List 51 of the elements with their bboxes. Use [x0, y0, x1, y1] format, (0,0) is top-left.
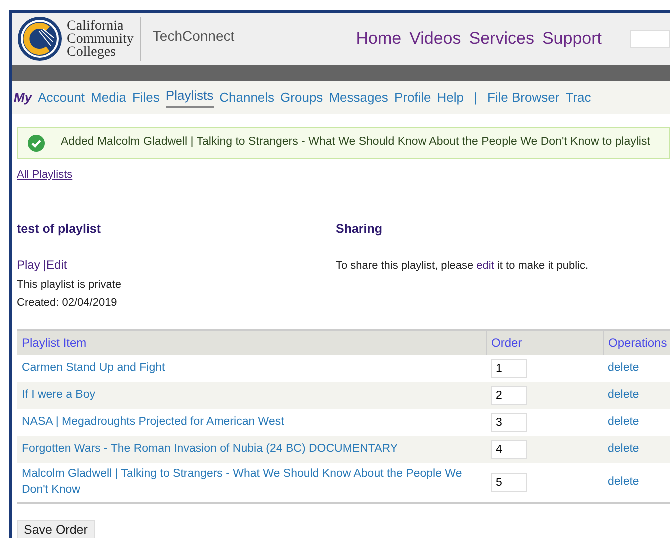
nav-tab[interactable]: Groups	[280, 88, 324, 106]
sharing-title: Sharing	[336, 220, 384, 238]
edit-link[interactable]: Edit	[46, 258, 68, 272]
sharing-text: it to make it public.	[497, 260, 589, 272]
nav-tab[interactable]: Media	[91, 88, 126, 106]
order-input[interactable]: 4	[491, 440, 527, 460]
column-header: Order	[486, 330, 603, 356]
check-circle-icon	[28, 134, 45, 152]
logo-text: California	[67, 20, 125, 32]
nav-tab[interactable]: Profile	[394, 88, 432, 106]
college-logo-icon	[17, 16, 63, 62]
delete-link[interactable]: delete	[608, 416, 640, 428]
delete-link[interactable]: delete	[608, 476, 640, 488]
nav-link[interactable]: Videos	[410, 28, 462, 50]
nav-link[interactable]: Support	[542, 28, 602, 50]
nav-link[interactable]: File Browser	[487, 88, 560, 106]
playlist-item-link[interactable]: NASA | Megadroughts Projected for American West	[22, 415, 481, 431]
play-link[interactable]: Play	[17, 258, 40, 272]
nav-tab[interactable]: Account	[38, 88, 86, 106]
link-separator: |	[43, 258, 47, 272]
logo-text: Colleges	[67, 46, 116, 58]
order-input[interactable]: 3	[491, 413, 527, 432]
save-order-button[interactable]: Save Order	[17, 520, 95, 538]
playlist-item-link[interactable]: Malcolm Gladwell | Talking to Strangers - What We Should Know About the People We Don't Know	[22, 467, 481, 498]
nav-tab[interactable]: Files	[132, 88, 160, 106]
delete-link[interactable]: delete	[608, 362, 640, 374]
nav-tab[interactable]: Help	[437, 88, 464, 106]
search-field[interactable]	[630, 30, 670, 48]
privacy-text: This playlist is private	[17, 278, 123, 292]
nav-tab[interactable]: Playlists	[166, 87, 214, 108]
created-date: Created: 02/04/2019	[17, 296, 118, 312]
playlist-title: test of playlist	[17, 220, 102, 238]
order-input[interactable]: 1	[491, 359, 527, 378]
site-name: TechConnect	[152, 27, 235, 46]
playlist-item-link[interactable]: Carmen Stand Up and Fight	[22, 361, 481, 377]
nav-tab[interactable]: Channels	[220, 88, 275, 106]
order-input[interactable]: 5	[491, 473, 527, 492]
my-label: My	[14, 88, 32, 106]
nav-separator: |	[474, 88, 478, 106]
nav-tab[interactable]: Messages	[329, 88, 388, 106]
column-header: Operations	[603, 330, 670, 356]
sharing-text: To share this playlist, please	[336, 260, 474, 272]
nav-link[interactable]: Home	[356, 28, 402, 50]
logo-text: Community	[67, 32, 134, 46]
column-header: Playlist Item	[17, 330, 486, 356]
edit-link[interactable]: edit	[476, 260, 494, 272]
nav-link[interactable]: Services	[469, 28, 534, 50]
nav-link[interactable]: Trac	[566, 88, 592, 106]
all-playlists-link[interactable]: All Playlists	[17, 169, 73, 181]
alert-message: Added Malcolm Gladwell | Talking to Strangers - What We Should Know About the People We Don't Know to playlist	[61, 135, 650, 150]
order-input[interactable]: 2	[491, 386, 527, 406]
